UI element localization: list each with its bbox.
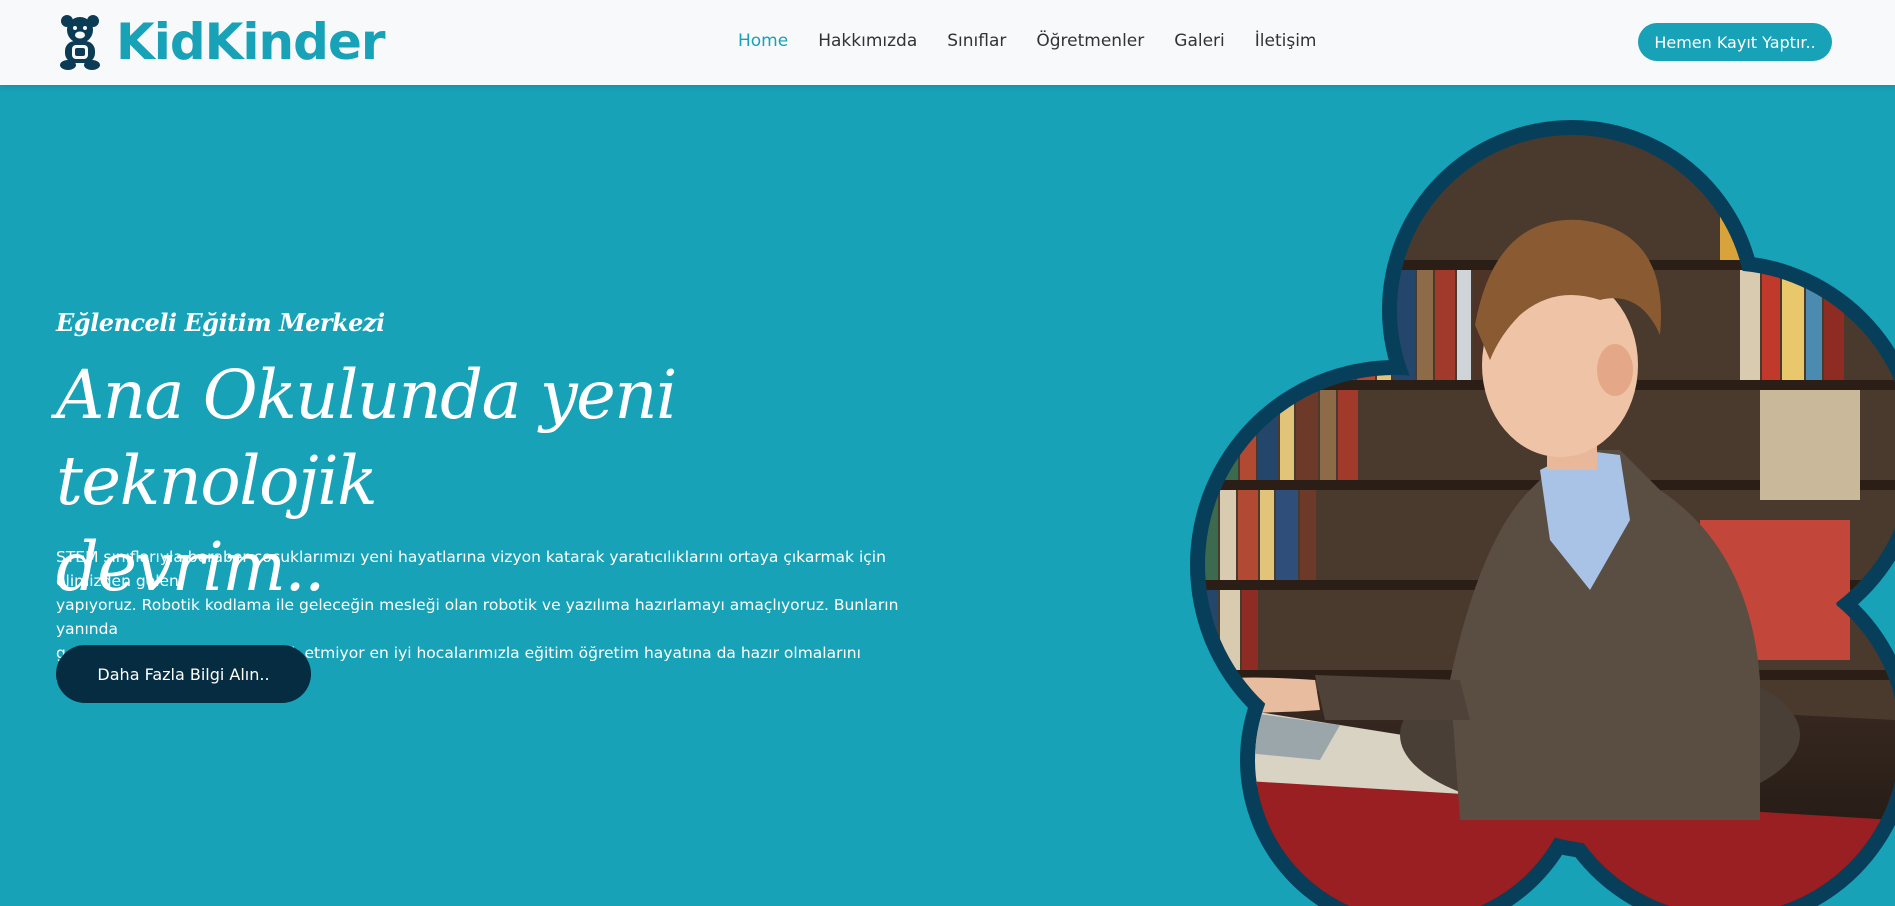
nav-link-galeri[interactable]: Galeri (1174, 30, 1225, 52)
nav-link-iletisim[interactable]: İletişim (1255, 30, 1317, 52)
navbar: KidKinder Home Hakkımızda Sınıflar Öğret… (0, 0, 1895, 85)
teddy-bear-icon (60, 15, 100, 70)
nav-menu: Home Hakkımızda Sınıflar Öğretmenler Gal… (738, 30, 1347, 52)
hero-title-line-1: Ana Okulunda yeni teknolojik (56, 356, 677, 520)
photo-content (1205, 135, 1895, 906)
hero-description-line-2: yapıyoruz. Robotik kodlama ile geleceğin… (56, 596, 899, 638)
hero-description-line-1: STEM sınıflarıyla beraber çocuklarımızı … (56, 548, 886, 590)
brand-logo[interactable]: KidKinder (58, 12, 386, 72)
learn-more-button[interactable]: Daha Fazla Bilgi Alın.. (56, 645, 311, 703)
hero-image (1190, 120, 1895, 906)
brand-name: KidKinder (116, 13, 386, 71)
hero-subtitle: Eğlenceli Eğitim Merkezi (56, 308, 385, 337)
nav-link-ogretmenler[interactable]: Öğretmenler (1036, 30, 1144, 52)
register-button[interactable]: Hemen Kayıt Yaptır.. (1638, 23, 1832, 61)
nav-link-hakkimizda[interactable]: Hakkımızda (818, 30, 917, 52)
nav-link-siniflar[interactable]: Sınıflar (947, 30, 1006, 52)
nav-link-home[interactable]: Home (738, 30, 788, 52)
